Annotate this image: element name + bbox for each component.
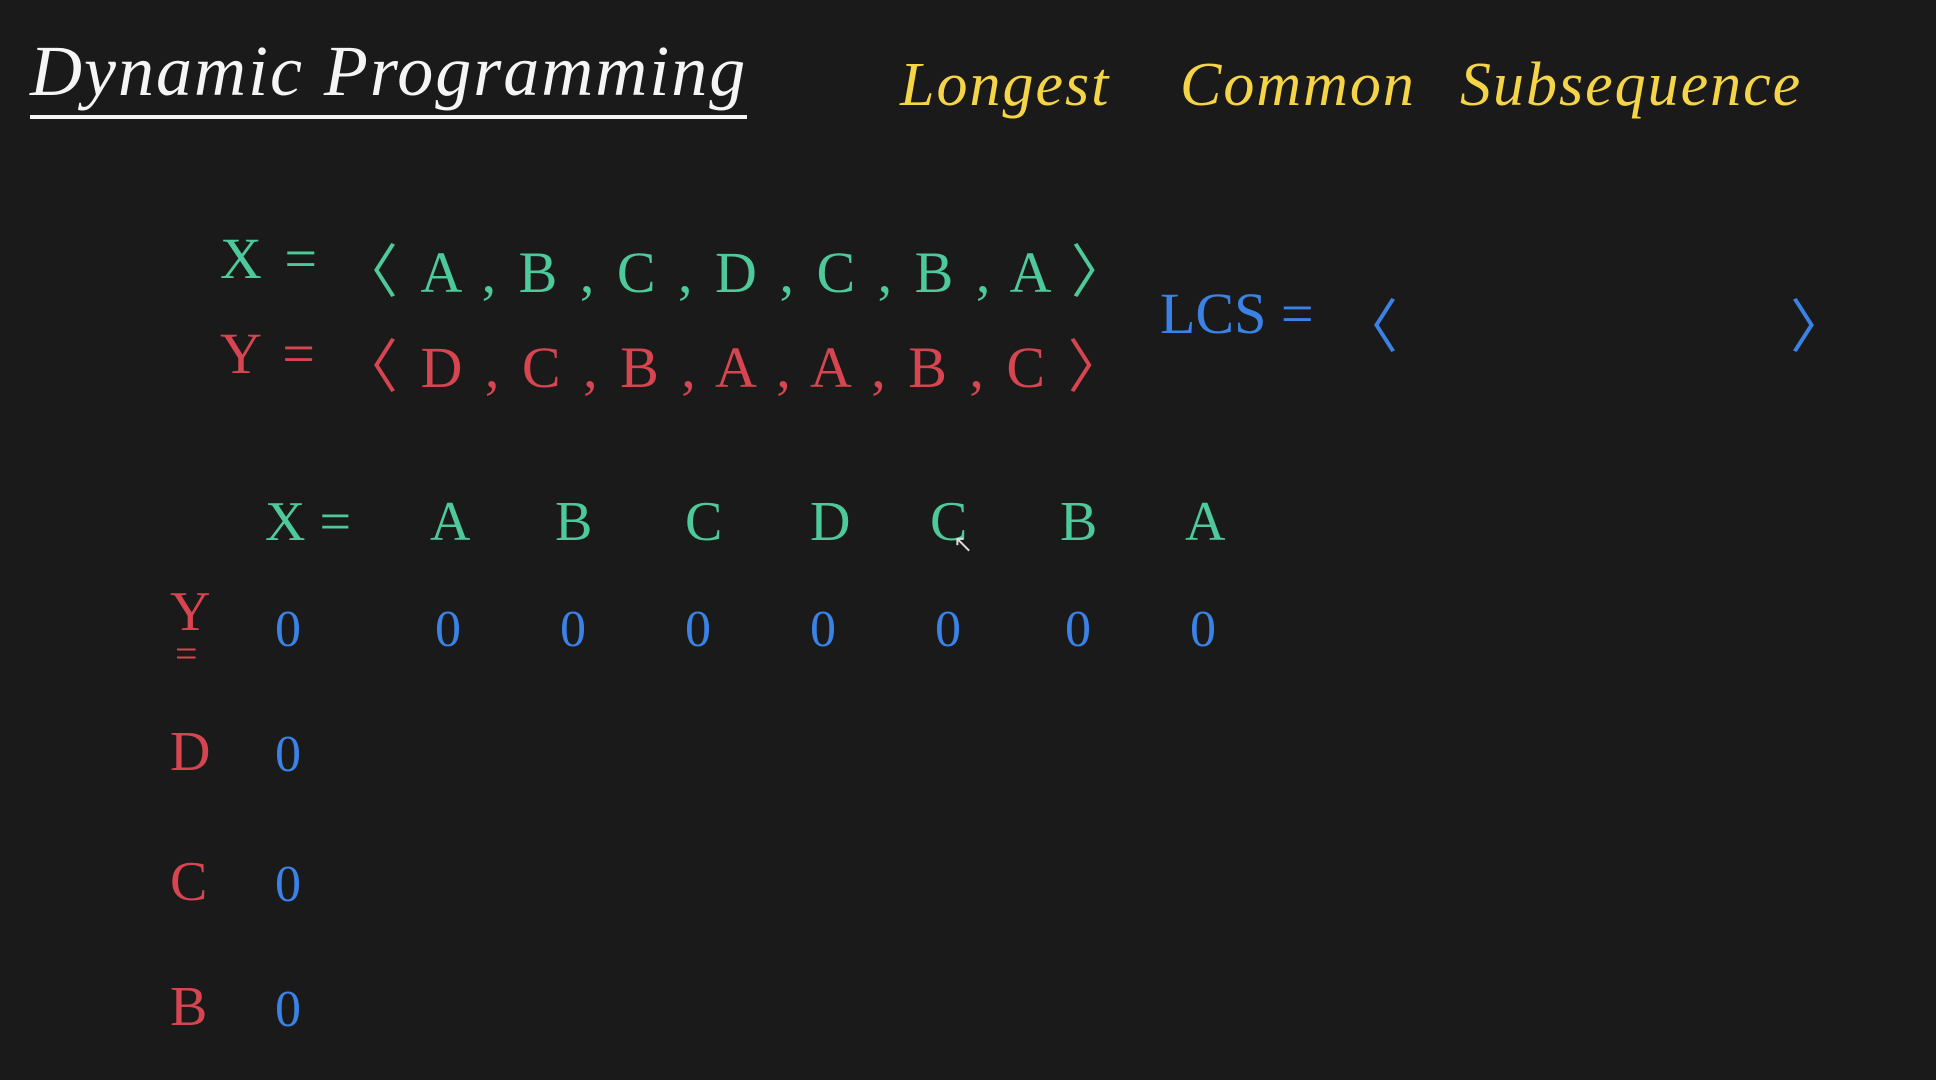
table-cell-r0-c7: 0 bbox=[1190, 600, 1216, 659]
table-x-header-2: C bbox=[685, 490, 722, 554]
table-cell-r0-c4: 0 bbox=[810, 600, 836, 659]
table-cell-r2-c0: 0 bbox=[275, 855, 301, 914]
table-x-header-1: B bbox=[555, 490, 592, 554]
subtitle-word-3: Subsequence bbox=[1460, 50, 1802, 121]
sequence-x-label: X = bbox=[220, 225, 321, 292]
table-x-header-6: A bbox=[1185, 490, 1225, 554]
table-cell-r0-c2: 0 bbox=[560, 600, 586, 659]
table-y-header-2: B bbox=[170, 975, 207, 1039]
lcs-label: LCS = bbox=[1160, 280, 1314, 347]
page-title: Dynamic Programming bbox=[30, 30, 747, 119]
lcs-close-bracket: 〉 bbox=[1790, 280, 1848, 364]
sequence-x-value: 〈 A , B , C , D , C , B , A 〉 bbox=[340, 225, 1133, 309]
table-cell-r3-c0: 0 bbox=[275, 980, 301, 1039]
table-cell-r0-c0: 0 bbox=[275, 600, 301, 659]
table-x-header-3: D bbox=[810, 490, 850, 554]
table-cell-r0-c1: 0 bbox=[435, 600, 461, 659]
table-x-eq: X = bbox=[265, 490, 351, 554]
sequence-y-label: Y = bbox=[220, 320, 319, 387]
sequence-y-value: 〈 D , C , B , A , A , B , C 〉 bbox=[340, 320, 1130, 404]
table-x-header-5: B bbox=[1060, 490, 1097, 554]
table-y-header-1: C bbox=[170, 850, 207, 914]
table-y-header-0: D bbox=[170, 720, 210, 784]
table-cell-r1-c0: 0 bbox=[275, 725, 301, 784]
subtitle-word-1: Longest bbox=[900, 50, 1110, 121]
table-y-eq2: = bbox=[175, 630, 198, 677]
table-cell-r0-c3: 0 bbox=[685, 600, 711, 659]
cursor-icon: ↖ bbox=[953, 530, 973, 559]
table-x-header-0: A bbox=[430, 490, 470, 554]
lcs-open-bracket: 〈 bbox=[1340, 280, 1398, 364]
table-cell-r0-c6: 0 bbox=[1065, 600, 1091, 659]
subtitle-word-2: Common bbox=[1180, 50, 1416, 121]
table-cell-r0-c5: 0 bbox=[935, 600, 961, 659]
